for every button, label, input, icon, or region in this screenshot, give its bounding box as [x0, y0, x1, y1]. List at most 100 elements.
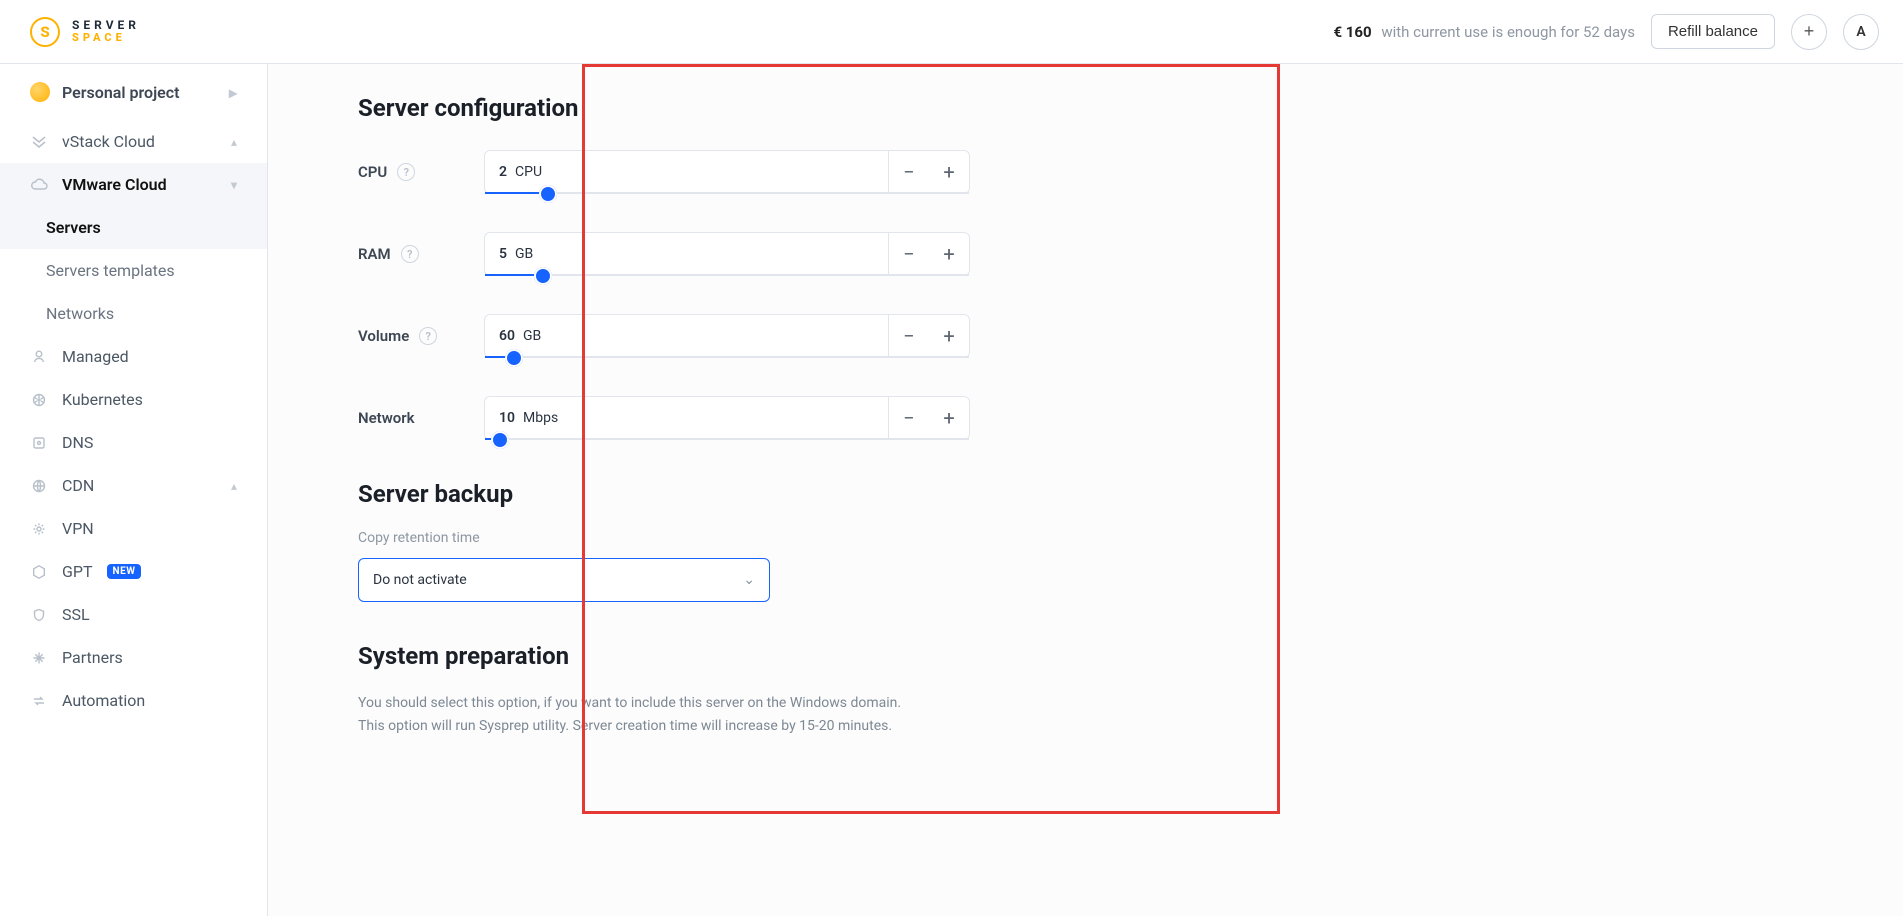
ram-slider-thumb[interactable]	[534, 267, 552, 285]
section-title-preparation: System preparation	[358, 642, 970, 670]
volume-stepper[interactable]: 60 GB − +	[484, 314, 970, 358]
volume-plus-button[interactable]: +	[929, 315, 969, 357]
slider-track	[485, 274, 969, 276]
sidebar-item-managed[interactable]: Managed	[0, 335, 267, 378]
help-icon[interactable]: ?	[401, 245, 419, 263]
cpu-value: 2	[499, 164, 507, 180]
section-title-backup: Server backup	[358, 480, 970, 508]
sidebar: Personal project ▸ vStack Cloud ▴ VMware…	[0, 64, 268, 916]
stepper-value: 10 Mbps	[485, 410, 888, 426]
vstack-icon	[30, 133, 48, 151]
sidebar-item-label: Servers templates	[46, 261, 175, 280]
balance-amount: € 160	[1333, 23, 1371, 41]
main: Server configuration CPU ? 2 CPU − +	[268, 64, 1903, 916]
volume-unit: GB	[523, 328, 541, 344]
sidebar-item-ssl[interactable]: SSL	[0, 593, 267, 636]
sidebar-label: CDN	[62, 476, 94, 495]
chevron-down-icon: ▾	[231, 178, 237, 192]
balance-info: € 160 with current use is enough for 52 …	[1333, 23, 1634, 41]
label-text: CPU	[358, 163, 387, 181]
sidebar-item-kubernetes[interactable]: Kubernetes	[0, 378, 267, 421]
backup-retention-select[interactable]: Do not activate ⌄	[358, 558, 770, 602]
project-name: Personal project	[62, 83, 179, 102]
backup-label: Copy retention time	[358, 530, 970, 546]
cpu-unit: CPU	[515, 164, 542, 180]
plus-icon: +	[1804, 21, 1815, 42]
sidebar-item-partners[interactable]: Partners	[0, 636, 267, 679]
sidebar-item-label: Networks	[46, 304, 114, 323]
ram-value: 5	[499, 246, 507, 262]
swap-icon	[30, 692, 48, 710]
layout: Personal project ▸ vStack Cloud ▴ VMware…	[0, 64, 1903, 916]
avatar[interactable]: A	[1843, 14, 1879, 50]
project-switcher[interactable]: Personal project ▸	[0, 82, 267, 120]
new-badge: NEW	[107, 564, 142, 579]
sidebar-item-networks[interactable]: Networks	[0, 292, 267, 335]
brand-word-line2: SPACE	[72, 32, 140, 44]
sidebar-group-vstack[interactable]: vStack Cloud ▴	[0, 120, 267, 163]
globe-icon	[30, 477, 48, 495]
sidebar-item-automation[interactable]: Automation	[0, 679, 267, 722]
cpu-stepper[interactable]: 2 CPU − +	[484, 150, 970, 194]
sidebar-item-templates[interactable]: Servers templates	[0, 249, 267, 292]
config-label-volume: Volume ?	[358, 327, 466, 345]
config-label-network: Network	[358, 409, 466, 427]
stepper-value: 2 CPU	[485, 164, 888, 180]
network-minus-button[interactable]: −	[889, 397, 929, 439]
sidebar-label: Kubernetes	[62, 390, 143, 409]
network-slider-thumb[interactable]	[491, 431, 509, 449]
sidebar-item-cdn[interactable]: CDN ▴	[0, 464, 267, 507]
balance-days: with current use is enough for 52 days	[1381, 23, 1635, 41]
volume-slider-thumb[interactable]	[505, 349, 523, 367]
label-text: RAM	[358, 245, 391, 263]
user-icon	[30, 348, 48, 366]
sidebar-label: VPN	[62, 519, 94, 538]
slider-track	[485, 192, 969, 194]
ram-plus-button[interactable]: +	[929, 233, 969, 275]
stepper-controls: − +	[888, 151, 969, 193]
preparation-description: You should select this option, if you wa…	[358, 692, 918, 738]
chevron-up-icon: ▴	[231, 479, 237, 493]
cpu-plus-button[interactable]: +	[929, 151, 969, 193]
brand-mark-icon: S	[30, 17, 60, 47]
slider-track	[485, 438, 969, 440]
sidebar-label: VMware Cloud	[62, 175, 167, 194]
network-plus-button[interactable]: +	[929, 397, 969, 439]
sidebar-label: SSL	[62, 605, 90, 624]
header: S SERVER SPACE € 160 with current use is…	[0, 0, 1903, 64]
help-icon[interactable]: ?	[397, 163, 415, 181]
sidebar-item-servers[interactable]: Servers	[0, 206, 267, 249]
chevron-right-icon: ▸	[229, 83, 237, 102]
sidebar-item-dns[interactable]: DNS	[0, 421, 267, 464]
sidebar-label: Managed	[62, 347, 129, 366]
config-row-network: Network 10 Mbps − +	[358, 396, 970, 440]
volume-value: 60	[499, 328, 515, 344]
sidebar-label: Partners	[62, 648, 123, 667]
ram-stepper[interactable]: 5 GB − +	[484, 232, 970, 276]
config-label-cpu: CPU ?	[358, 163, 466, 181]
content: Server configuration CPU ? 2 CPU − +	[314, 64, 1014, 812]
sidebar-item-vpn[interactable]: VPN	[0, 507, 267, 550]
cloud-icon	[30, 176, 48, 194]
sidebar-item-gpt[interactable]: GPT NEW	[0, 550, 267, 593]
add-button[interactable]: +	[1791, 14, 1827, 50]
cpu-slider-thumb[interactable]	[539, 185, 557, 203]
refill-balance-button[interactable]: Refill balance	[1651, 14, 1775, 49]
brand[interactable]: S SERVER SPACE	[30, 17, 140, 47]
header-right: € 160 with current use is enough for 52 …	[1333, 14, 1879, 50]
ram-unit: GB	[515, 246, 533, 262]
stepper-controls: − +	[888, 233, 969, 275]
ram-minus-button[interactable]: −	[889, 233, 929, 275]
gear-icon	[30, 520, 48, 538]
sidebar-group-vmware[interactable]: VMware Cloud ▾	[0, 163, 267, 206]
hex-icon	[30, 563, 48, 581]
config-label-ram: RAM ?	[358, 245, 466, 263]
dns-icon	[30, 434, 48, 452]
select-value: Do not activate	[373, 572, 467, 588]
cpu-minus-button[interactable]: −	[889, 151, 929, 193]
volume-minus-button[interactable]: −	[889, 315, 929, 357]
help-icon[interactable]: ?	[419, 327, 437, 345]
chevron-up-icon: ▴	[231, 135, 237, 149]
sidebar-item-label: Servers	[46, 218, 101, 237]
network-stepper[interactable]: 10 Mbps − +	[484, 396, 970, 440]
